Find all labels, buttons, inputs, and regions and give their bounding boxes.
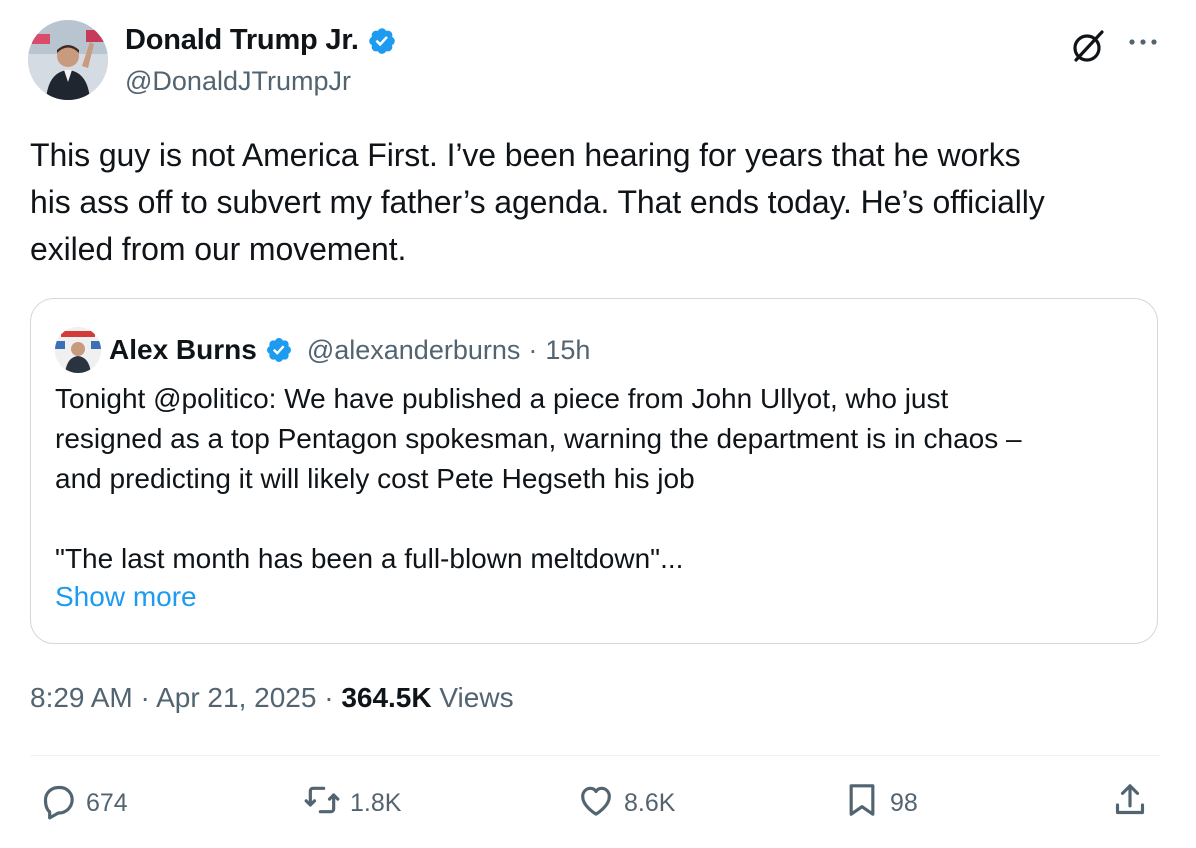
bookmark-icon — [842, 780, 882, 827]
quoted-age: 15h — [545, 334, 591, 365]
tweet-text: This guy is not America First. I’ve been… — [30, 137, 1045, 267]
like-icon — [576, 780, 616, 827]
quoted-tweet[interactable]: Alex Burns @alexanderburns · 15h Tonight… — [30, 298, 1158, 644]
quoted-author-avatar — [55, 327, 101, 373]
like-button[interactable]: 8.6K — [576, 780, 675, 827]
repost-count: 1.8K — [350, 789, 402, 817]
show-more-link[interactable]: Show more — [55, 581, 197, 613]
tweet-date[interactable]: Apr 21, 2025 — [156, 682, 316, 713]
like-count: 8.6K — [624, 789, 676, 817]
repost-icon — [302, 780, 342, 827]
quoted-tweet-header: Alex Burns @alexanderburns · 15h — [55, 327, 590, 373]
meta-separator: · — [316, 682, 342, 713]
tweet-time[interactable]: 8:29 AM — [30, 682, 133, 713]
meta-separator: · — [132, 682, 157, 713]
grok-icon[interactable] — [1068, 26, 1108, 66]
share-icon — [1110, 780, 1150, 827]
verified-badge-icon — [367, 26, 397, 56]
tweet-meta: 8:29 AM · Apr 21, 2025 · 364.5K Views — [30, 682, 514, 714]
reply-count: 674 — [86, 789, 128, 817]
more-icon[interactable] — [1124, 32, 1164, 52]
quoted-author-name: Alex Burns — [109, 334, 257, 365]
repost-button[interactable]: 1.8K — [302, 780, 401, 827]
author-avatar[interactable] — [28, 20, 108, 100]
views-count: 364.5K — [341, 682, 432, 713]
tweet-header: Donald Trump Jr. @DonaldJTrumpJr — [28, 20, 1168, 104]
action-bar: 674 1.8K 8.6K 98 — [30, 780, 1160, 830]
views-label: Views — [439, 682, 514, 713]
reply-icon — [38, 780, 78, 827]
quoted-author-handle: @alexanderburns — [306, 334, 521, 365]
divider — [30, 755, 1160, 756]
reply-button[interactable]: 674 — [38, 780, 128, 827]
author-handle[interactable]: @DonaldJTrumpJr — [125, 66, 351, 97]
bookmark-button[interactable]: 98 — [842, 780, 918, 827]
quoted-tweet-text: Tonight @politico: We have published a p… — [55, 383, 1022, 574]
bookmark-count: 98 — [890, 789, 918, 817]
share-button[interactable] — [1110, 780, 1150, 827]
verified-badge-icon — [265, 336, 293, 364]
quoted-separator: · — [528, 334, 538, 365]
author-name[interactable]: Donald Trump Jr. — [125, 24, 359, 57]
author-name-row: Donald Trump Jr. — [125, 24, 397, 57]
